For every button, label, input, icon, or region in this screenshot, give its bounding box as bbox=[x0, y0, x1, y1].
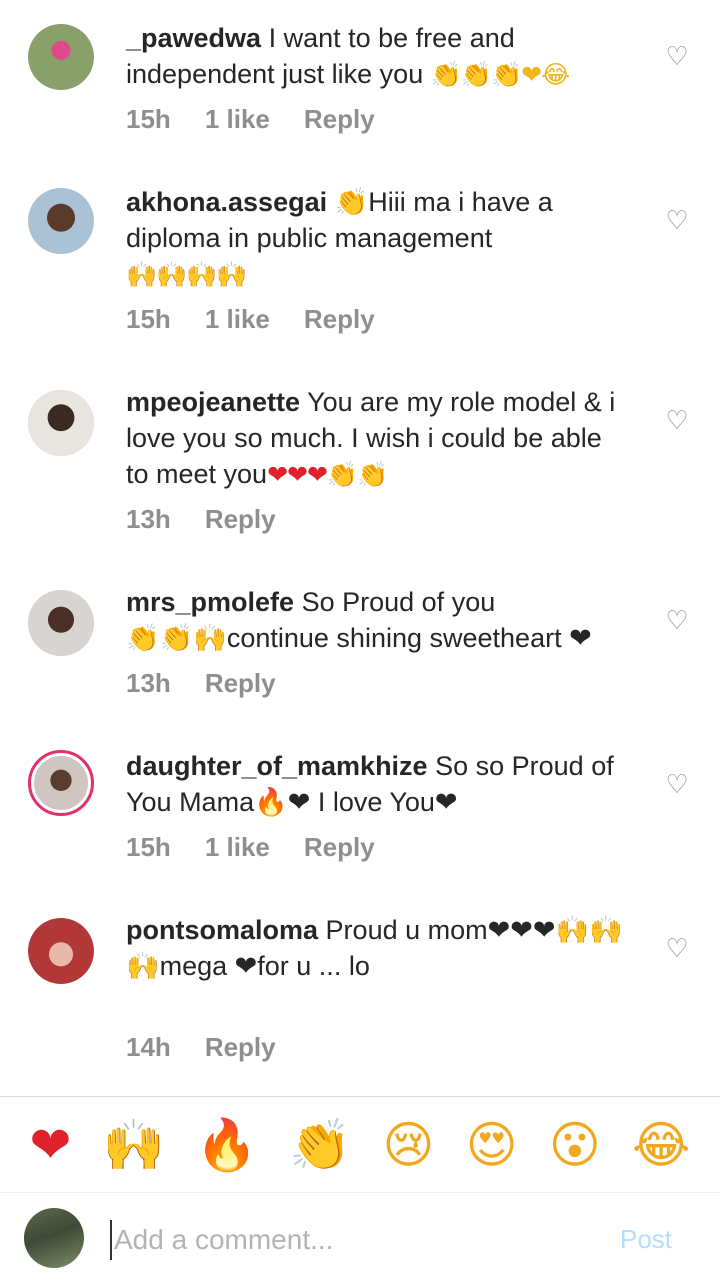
comment-meta: 14h Reply bbox=[126, 1032, 276, 1063]
comment-input[interactable] bbox=[110, 1220, 590, 1260]
post-button[interactable]: Post bbox=[620, 1224, 672, 1255]
comment-meta: 15h 1 like Reply bbox=[126, 104, 375, 135]
comment-time: 15h bbox=[126, 832, 171, 862]
comment-emoji: ❤❤❤👏👏 bbox=[267, 460, 388, 489]
reply-button[interactable]: Reply bbox=[205, 668, 276, 699]
comment-time: 13h bbox=[126, 504, 171, 534]
comment-composer: Post bbox=[0, 1200, 720, 1286]
avatar[interactable] bbox=[24, 1208, 84, 1268]
heart-outline-icon[interactable]: ♡ bbox=[664, 771, 690, 797]
comment-username[interactable]: mrs_pmolefe bbox=[126, 587, 294, 617]
comment-likes[interactable]: 1 like bbox=[205, 832, 270, 863]
avatar[interactable] bbox=[28, 188, 94, 254]
comment-meta: 13h Reply bbox=[126, 504, 276, 535]
comment-text: _pawedwa I want to be free and independe… bbox=[126, 20, 631, 93]
avatar[interactable] bbox=[28, 590, 94, 656]
heart-reaction-icon[interactable]: ❤ bbox=[30, 1115, 72, 1175]
comment-text: mrs_pmolefe So Proud of you 👏👏🙌continue … bbox=[126, 584, 631, 656]
heart-eyes-reaction-icon[interactable]: 😍 bbox=[466, 1115, 518, 1175]
avatar[interactable] bbox=[28, 390, 94, 456]
comment-username[interactable]: daughter_of_mamkhize bbox=[126, 751, 428, 781]
heart-outline-icon[interactable]: ♡ bbox=[664, 207, 690, 233]
comment-text: pontsomaloma Proud u mom❤❤❤🙌🙌🙌mega ❤for … bbox=[126, 912, 631, 984]
clapping-hands-reaction-icon[interactable]: 👏 bbox=[289, 1115, 351, 1175]
comment-meta: 15h 1 like Reply bbox=[126, 304, 375, 335]
heart-outline-icon[interactable]: ♡ bbox=[664, 935, 690, 961]
divider bbox=[0, 1096, 720, 1097]
comment-meta: 15h 1 like Reply bbox=[126, 832, 375, 863]
comment-username[interactable]: _pawedwa bbox=[126, 23, 261, 53]
reply-button[interactable]: Reply bbox=[304, 104, 375, 135]
comment-username[interactable]: pontsomaloma bbox=[126, 915, 318, 945]
fire-reaction-icon[interactable]: 🔥 bbox=[196, 1115, 258, 1175]
comment-body: So Proud of you bbox=[301, 587, 496, 617]
comment-emoji: 👏👏🙌continue shining sweetheart ❤ bbox=[126, 623, 592, 653]
surprised-face-reaction-icon[interactable]: 😮 bbox=[549, 1115, 601, 1175]
reply-button[interactable]: Reply bbox=[205, 1032, 276, 1063]
comment-meta: 13h Reply bbox=[126, 668, 276, 699]
comment-username[interactable]: akhona.assegai bbox=[126, 187, 327, 217]
tears-of-joy-reaction-icon[interactable]: 😂 bbox=[632, 1115, 690, 1175]
crying-face-reaction-icon[interactable]: 😢 bbox=[382, 1115, 434, 1175]
reply-button[interactable]: Reply bbox=[205, 504, 276, 535]
heart-outline-icon[interactable]: ♡ bbox=[664, 43, 690, 69]
comment-time: 13h bbox=[126, 668, 171, 698]
comment-text: akhona.assegai 👏Hiii ma i have a diploma… bbox=[126, 184, 631, 293]
heart-outline-icon[interactable]: ♡ bbox=[664, 407, 690, 433]
reply-button[interactable]: Reply bbox=[304, 832, 375, 863]
comment-emoji: 🙌🙌🙌🙌 bbox=[126, 260, 248, 289]
comment-text: mpeojeanette You are my role model & i l… bbox=[126, 384, 631, 493]
comment-username[interactable]: mpeojeanette bbox=[126, 387, 300, 417]
avatar[interactable] bbox=[28, 918, 94, 984]
comment-time: 14h bbox=[126, 1032, 171, 1062]
comment-likes[interactable]: 1 like bbox=[205, 304, 270, 335]
comment-time: 15h bbox=[126, 104, 171, 134]
comment-emoji: 👏👏👏❤😂 bbox=[430, 60, 571, 89]
comment-time: 15h bbox=[126, 304, 171, 334]
raising-hands-reaction-icon[interactable]: 🙌 bbox=[102, 1115, 164, 1175]
quick-reactions-bar: ❤ 🙌 🔥 👏 😢 😍 😮 😂 bbox=[0, 1110, 720, 1180]
divider bbox=[0, 1192, 720, 1193]
reply-button[interactable]: Reply bbox=[304, 304, 375, 335]
heart-outline-icon[interactable]: ♡ bbox=[664, 607, 690, 633]
comment-likes[interactable]: 1 like bbox=[205, 104, 270, 135]
avatar[interactable] bbox=[28, 750, 94, 816]
comment-text: daughter_of_mamkhize So so Proud of You … bbox=[126, 748, 631, 820]
avatar[interactable] bbox=[28, 24, 94, 90]
